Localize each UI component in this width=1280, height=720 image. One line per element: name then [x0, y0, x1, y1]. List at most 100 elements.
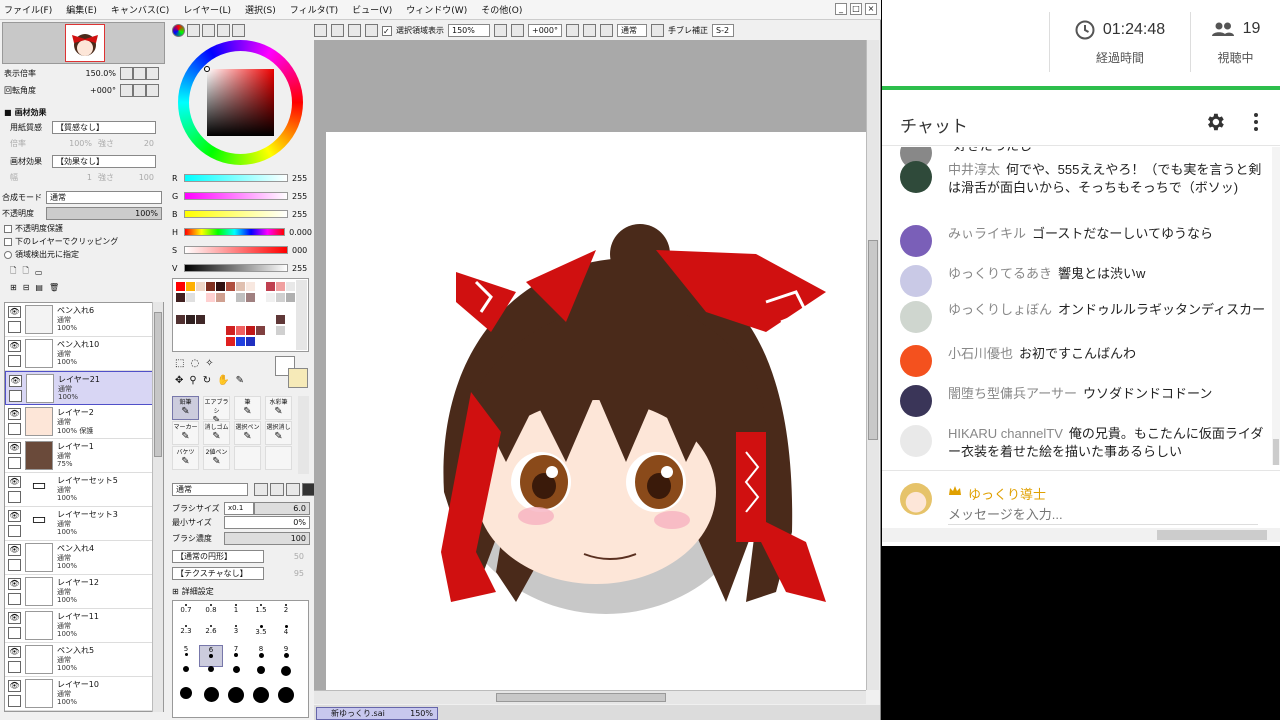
color-swatch[interactable] [236, 337, 245, 346]
color-swatch[interactable] [256, 337, 265, 346]
brush-size-preset[interactable] [249, 687, 273, 709]
toolbar-btn-2[interactable] [331, 24, 344, 37]
menu-file[interactable]: ファイル(F) [4, 3, 52, 16]
brush-tool[interactable]: エアブラシ✎ [203, 396, 230, 426]
color-swatch[interactable] [256, 315, 265, 324]
menu-canvas[interactable]: キャンバス(C) [111, 3, 169, 16]
rotate-left-button[interactable] [120, 84, 133, 97]
more-options-icon[interactable] [1248, 112, 1264, 132]
new-layer-icon[interactable]: 🗋 [10, 265, 16, 279]
color-swatch[interactable] [246, 304, 255, 313]
color-swatch[interactable] [196, 282, 205, 291]
color-swatch[interactable] [186, 304, 195, 313]
brush-tool[interactable]: バケツ ✎ [172, 446, 199, 470]
color-swatch[interactable] [266, 337, 275, 346]
color-swatch[interactable] [276, 304, 285, 313]
marquee-icon[interactable]: ⬚ [175, 358, 184, 369]
toolbar-zoom-in[interactable] [511, 24, 524, 37]
brush-size-preset[interactable] [199, 687, 223, 709]
eye-icon[interactable]: 👁 [8, 544, 21, 556]
toolbar-rotate-left[interactable] [566, 24, 579, 37]
brush-texture-strength[interactable]: 95 [264, 569, 304, 578]
chat-scrollbar[interactable] [1272, 147, 1280, 465]
show-selection-checkbox[interactable]: ✓ [382, 25, 392, 36]
hsv-slider-tab[interactable] [202, 24, 215, 37]
color-slider-track[interactable] [183, 228, 286, 236]
zoom-icon[interactable]: ⚲ [189, 375, 196, 386]
brush-size-preset[interactable]: 7 [224, 645, 248, 667]
color-swatch[interactable] [206, 315, 215, 324]
layer-lock-toggle[interactable] [8, 457, 21, 469]
canvas-horizontal-scrollbar[interactable] [314, 690, 866, 704]
brush-size-preset[interactable]: 0.8 [199, 603, 223, 625]
layer-row[interactable]: 👁 レイヤー21 通常 100% [5, 371, 153, 405]
layer-row[interactable]: 👁 ▭ レイヤーセット5 通常 100% [5, 473, 153, 507]
color-swatch[interactable] [276, 315, 285, 324]
brush-tool[interactable]: 消しゴム ✎ [203, 421, 230, 445]
brush-size-preset[interactable] [199, 666, 223, 688]
zoom-reset-button[interactable] [146, 67, 159, 80]
color-swatch[interactable] [286, 315, 295, 324]
color-swatch[interactable] [196, 304, 205, 313]
color-swatch[interactable] [196, 315, 205, 324]
color-swatch[interactable] [256, 293, 265, 302]
protect-opacity-check[interactable]: 不透明度保護 [4, 223, 63, 234]
opacity-slider[interactable]: 100% [46, 207, 162, 220]
color-picker-cursor[interactable] [204, 66, 210, 72]
brush-mode-select[interactable]: 通常 [172, 483, 248, 496]
color-swatch[interactable] [286, 326, 295, 335]
eyedropper-icon[interactable]: ✎ [236, 375, 244, 386]
color-swatch[interactable] [256, 326, 265, 335]
color-swatch[interactable] [176, 326, 185, 335]
layer-row[interactable]: 👁 ペン入れ6 通常 100% [5, 303, 153, 337]
eye-icon[interactable]: 👁 [8, 646, 21, 658]
eye-icon[interactable]: 👁 [8, 476, 21, 488]
brush-size-multiplier[interactable]: x0.1 [224, 502, 254, 515]
color-swatch[interactable] [236, 304, 245, 313]
hand-icon[interactable]: ✋ [217, 375, 229, 386]
brush-tool[interactable] [265, 446, 292, 470]
delete-layer-icon[interactable]: 🗑 [49, 283, 59, 292]
color-swatch[interactable] [206, 326, 215, 335]
color-swatch[interactable] [276, 282, 285, 291]
canvas-paper[interactable] [326, 132, 866, 690]
eye-icon[interactable]: 👁 [8, 612, 21, 624]
color-swatch[interactable] [176, 304, 185, 313]
minimize-button[interactable]: _ [835, 3, 847, 15]
toolbar-btn-3[interactable] [348, 24, 361, 37]
effect-select[interactable]: 【効果なし】 [52, 155, 156, 168]
color-swatch[interactable] [226, 304, 235, 313]
merge-down-icon[interactable]: ⊞ [10, 283, 17, 292]
color-swatch[interactable] [286, 304, 295, 313]
lasso-icon[interactable]: ◌ [190, 358, 199, 369]
layer-row[interactable]: 👁 ペン入れ10 通常 100% [5, 337, 153, 371]
eye-icon[interactable]: 👁 [8, 340, 21, 352]
eye-icon[interactable]: 👁 [8, 578, 21, 590]
document-tab[interactable]: 新ゆっくり.sai 150% [316, 707, 438, 720]
rotate-right-button[interactable] [133, 84, 146, 97]
color-swatch[interactable] [216, 326, 225, 335]
layer-list-scrollbar[interactable] [152, 302, 163, 712]
color-swatch[interactable] [256, 282, 265, 291]
brush-size-preset[interactable] [274, 687, 298, 709]
menu-view[interactable]: ビュー(V) [352, 3, 392, 16]
color-swatch[interactable] [206, 282, 215, 291]
color-swatch[interactable] [176, 315, 185, 324]
color-swatch[interactable] [286, 337, 295, 346]
swatch-tab[interactable] [217, 24, 230, 37]
new-folder-icon[interactable]: ▭ [35, 268, 43, 277]
brush-size-preset[interactable] [249, 666, 273, 688]
canvas-vertical-scroll-thumb[interactable] [868, 240, 878, 440]
panel-horizontal-scroll-thumb[interactable] [1157, 530, 1267, 540]
color-swatch[interactable] [196, 293, 205, 302]
color-swatch[interactable] [236, 315, 245, 324]
color-swatch[interactable] [246, 326, 255, 335]
color-swatch[interactable] [186, 282, 195, 291]
layer-lock-toggle[interactable] [8, 593, 21, 605]
color-swatch[interactable] [236, 326, 245, 335]
scratchpad-tab[interactable] [232, 24, 245, 37]
layer-lock-toggle[interactable] [8, 321, 21, 333]
color-swatch[interactable] [216, 293, 225, 302]
rgb-slider-tab[interactable] [187, 24, 200, 37]
layer-lock-toggle[interactable] [9, 390, 22, 402]
